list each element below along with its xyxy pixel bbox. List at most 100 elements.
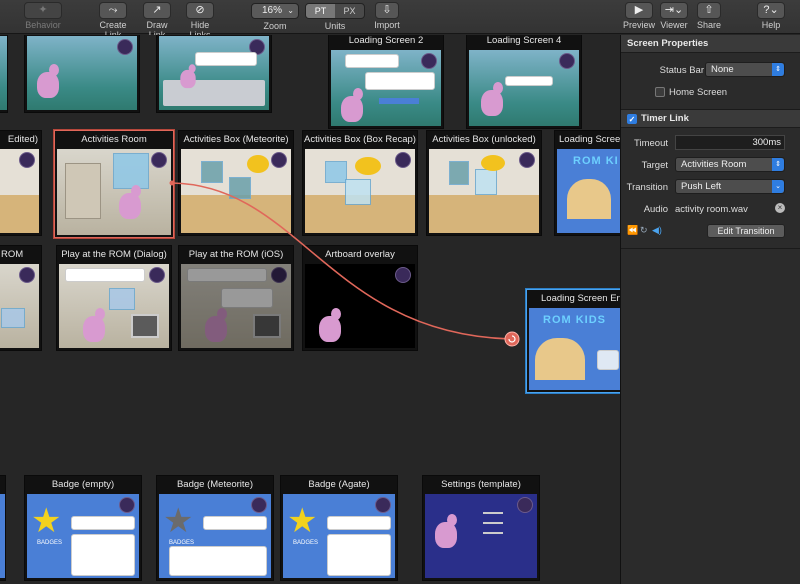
screen-title: Loading Screen En [541, 293, 620, 304]
screen-card-activities-box-box-recap[interactable]: Activities Box (Box Recap) [302, 130, 418, 236]
storyboard-canvas[interactable]: Loading Screen 2 Loading Screen 4 Edited… [0, 35, 620, 584]
screen-title: Play at the ROM (iOS) [188, 249, 284, 260]
units-label: Units [324, 21, 346, 31]
screen-thumbnail: ROM KI [557, 149, 620, 233]
badge-description-panel [71, 534, 135, 576]
screen-title: Activities Box (unlocked) [432, 134, 536, 145]
action-button-image [505, 76, 553, 86]
screen-card-partial[interactable] [0, 35, 8, 113]
screen-thumbnail: ★ BADGES [159, 494, 271, 578]
menu-panel-image [597, 350, 619, 370]
dinosaur-image [205, 308, 227, 342]
help-button[interactable]: ?⌄ Help [756, 2, 786, 30]
screen-title: Activities Box (Box Recap) [304, 134, 416, 145]
screen-thumbnail [0, 149, 39, 233]
chevron-down-icon: ⌄ [772, 180, 784, 193]
screen-thumbnail [0, 494, 5, 578]
screen-thumbnail: ★ BADGES [283, 494, 395, 578]
screen-thumbnail [305, 264, 415, 348]
rom-logo-icon [271, 152, 287, 168]
home-screen-checkbox[interactable] [655, 87, 665, 97]
import-icon: ⇩ [375, 2, 399, 19]
screen-card-partial[interactable] [0, 475, 6, 581]
dialog-bubble [195, 52, 257, 66]
zoom-select[interactable]: 16% ⌄ [251, 3, 299, 19]
screen-card[interactable] [24, 35, 140, 113]
behavior-button[interactable]: ✦ Behavior [24, 2, 62, 30]
transition-tools-row: ⏪ ↻ ◀) Edit Transition [621, 220, 800, 242]
units-segmented-control: PT PX [305, 3, 365, 19]
screen-card-play-at-the-rom-dialog[interactable]: Play at the ROM (Dialog) [56, 245, 172, 351]
screen-card-activities-box-meteorite[interactable]: Activities Box (Meteorite) [178, 130, 294, 236]
tablet-image [131, 314, 159, 338]
rewind-icon[interactable]: ⏪ [627, 225, 638, 236]
transition-select[interactable]: Push Left ⌄ [675, 179, 785, 194]
screen-title: Loading Screen 2 [348, 35, 424, 46]
screen-title: Badge (empty) [51, 479, 115, 490]
screen-card[interactable] [156, 35, 272, 113]
screen-card-loading-screen-4[interactable]: Loading Screen 4 [466, 35, 582, 129]
target-select[interactable]: Activities Room ⇕ [675, 157, 785, 172]
units-pt-button[interactable]: PT [306, 4, 335, 18]
timer-link-title: Timer Link [641, 113, 689, 124]
home-screen-label: Home Screen [669, 87, 728, 98]
screen-card-badge-meteorite[interactable]: Badge (Meteorite) ★ BADGES [156, 475, 274, 581]
chevron-down-icon: ⌄ [287, 6, 294, 15]
timer-link-icon[interactable] [504, 331, 520, 347]
rom-logo-icon [517, 497, 533, 513]
status-bar-select[interactable]: None ⇕ [705, 62, 785, 77]
clear-audio-icon[interactable]: × [775, 203, 785, 213]
viewer-icon: ⇥⌄ [660, 2, 688, 19]
rom-logo-icon [151, 152, 167, 168]
screen-card-artboard-overlay[interactable]: Artboard overlay [302, 245, 418, 351]
screen-card-edited[interactable]: Edited) [0, 130, 42, 236]
screen-card-loading-screen-2[interactable]: Loading Screen 2 [328, 35, 444, 129]
screen-card-badge-empty[interactable]: Badge (empty) ★ BADGES [24, 475, 142, 581]
viewer-button[interactable]: ⇥⌄ Viewer [658, 2, 690, 30]
rom-logo-icon [19, 267, 35, 283]
audio-label: Audio [643, 204, 668, 215]
units-px-button[interactable]: PX [335, 4, 364, 18]
preview-button[interactable]: ▶ Preview [622, 2, 656, 30]
zoom-label: Zoom [263, 21, 287, 31]
rom-kids-logo: ROM KIDS [543, 314, 606, 326]
screen-card-activities-room[interactable]: Activities Room [54, 130, 174, 238]
screen-card-badge-agate[interactable]: Badge (Agate) ★ BADGES [280, 475, 398, 581]
screen-card-activities-box-unlocked[interactable]: Activities Box (unlocked) [426, 130, 542, 236]
rom-kids-logo: ROM KI [573, 155, 619, 167]
star-badge-image: ★ [31, 502, 62, 540]
link-icon: ⤳ [99, 2, 127, 19]
hotspot-overlay [113, 153, 149, 189]
photo-image [109, 288, 135, 310]
eye-slash-icon: ⊘ [186, 2, 214, 19]
rom-logo-icon [149, 267, 165, 283]
gem-image [481, 155, 505, 171]
screen-card-loading-screen[interactable]: Loading Screen ROM KI [554, 130, 620, 236]
edit-transition-button[interactable]: Edit Transition [707, 224, 785, 238]
progress-button [379, 98, 419, 104]
help-label: Help [761, 20, 781, 30]
loop-icon[interactable]: ↻ [640, 225, 648, 236]
timeout-label: Timeout [634, 138, 668, 149]
help-icon: ?⌄ [757, 2, 785, 19]
speaker-icon[interactable]: ◀) [652, 225, 662, 236]
import-button[interactable]: ⇩ Import [370, 2, 404, 30]
screen-thumbnail [159, 36, 269, 110]
share-button[interactable]: ⇧ Share [694, 2, 724, 30]
screen-card-loading-screen-en[interactable]: Loading Screen En ROM KIDS [526, 289, 620, 393]
audio-filename: activity room.wav [675, 204, 748, 215]
dinosaur-image [435, 514, 457, 548]
screen-card-rom[interactable]: ROM [0, 245, 42, 351]
slot-image [449, 161, 469, 185]
gem-image [355, 157, 381, 175]
timeout-input[interactable]: 300ms [675, 135, 785, 150]
badge-tray [327, 516, 391, 530]
stepper-icon: ⇕ [772, 158, 784, 171]
screen-card-settings-template[interactable]: Settings (template) [422, 475, 540, 581]
screen-thumbnail: ★ BADGES [27, 494, 139, 578]
rom-logo-icon [19, 152, 35, 168]
timer-link-checkbox[interactable]: ✓ [627, 114, 637, 124]
badges-label: BADGES [293, 540, 319, 546]
screen-thumbnail [59, 264, 169, 348]
screen-card-play-at-the-rom-ios[interactable]: Play at the ROM (iOS) [178, 245, 294, 351]
